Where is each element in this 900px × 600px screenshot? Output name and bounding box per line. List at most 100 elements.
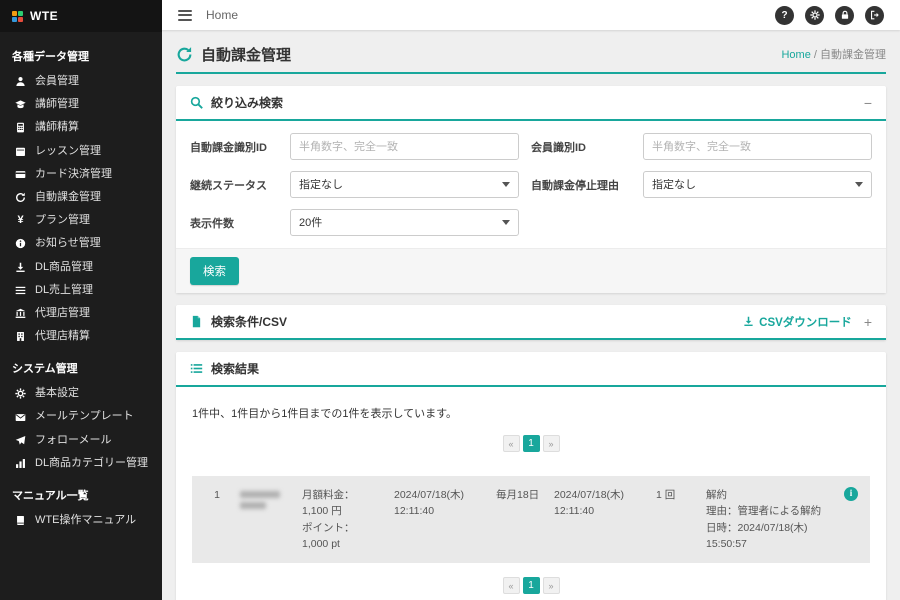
sidebar-item-agency-settlement[interactable]: 代理店精算 — [0, 325, 162, 348]
app-window: WTE 各種データ管理 会員管理 講師管理 講師精算 レッスン管理 — [0, 0, 900, 600]
info-icon[interactable]: i — [844, 487, 858, 501]
sidebar-item-label: 代理店管理 — [35, 307, 90, 320]
pagination-next-button[interactable]: » — [543, 577, 560, 594]
page-header: 自動課金管理 Home / 自動課金管理 — [176, 38, 886, 70]
results-card: 検索結果 1件中、1件目から1件目までの1件を表示しています。 « 1 » 1 — [176, 352, 886, 600]
collapse-button[interactable]: − — [864, 96, 872, 110]
settings-icon[interactable] — [805, 6, 824, 25]
sidebar-item-label: レッスン管理 — [35, 145, 101, 158]
nav-section-system: システム管理 — [0, 348, 162, 382]
mail-icon — [14, 412, 27, 423]
cancel-date: 日時：2024/07/18(木) — [706, 520, 826, 536]
last-date: 2024/07/18(木) — [554, 487, 646, 503]
masked-member-id — [240, 487, 292, 552]
continue-status-select[interactable]: 指定なし — [290, 171, 519, 198]
stop-reason-select[interactable]: 指定なし — [643, 171, 872, 198]
pagination-next-button[interactable]: » — [543, 435, 560, 452]
csv-download-link[interactable]: CSVダウンロード — [743, 314, 852, 330]
refresh-icon — [176, 46, 193, 63]
sidebar-item-follow-mail[interactable]: フォローメール — [0, 429, 162, 452]
sidebar-item-label: DL売上管理 — [35, 284, 93, 297]
search-button[interactable]: 検索 — [190, 257, 239, 285]
pagination-prev-button[interactable]: « — [503, 435, 520, 452]
pagination-top: « 1 » — [192, 435, 870, 452]
sidebar-item-label: メールテンプレート — [35, 410, 134, 423]
result-row[interactable]: 1 月額料金： 1,100 円 ポイント： 1,000 pt — [192, 476, 870, 563]
list-icon — [14, 285, 27, 296]
help-icon[interactable]: ? — [775, 6, 794, 25]
calculator-icon — [14, 122, 27, 133]
graduation-cap-icon — [14, 99, 27, 110]
pagination-page-1[interactable]: 1 — [523, 435, 540, 452]
logo-text: WTE — [30, 9, 58, 23]
sidebar-item-mail-templates[interactable]: メールテンプレート — [0, 405, 162, 428]
results-card-title: 検索結果 — [211, 360, 259, 377]
credit-card-icon — [14, 169, 27, 180]
sidebar: WTE 各種データ管理 会員管理 講師管理 講師精算 レッスン管理 — [0, 0, 162, 600]
continue-status-label: 継続ステータス — [190, 177, 278, 193]
app-logo[interactable]: WTE — [0, 0, 162, 32]
per-page-select[interactable]: 20件 — [290, 209, 519, 236]
results-card-header: 検索結果 — [176, 352, 886, 387]
sidebar-item-label: 自動課金管理 — [35, 191, 101, 204]
chart-icon — [14, 458, 27, 469]
search-icon — [190, 96, 203, 109]
filter-card-title: 絞り込み検索 — [211, 94, 283, 111]
sidebar-item-basic-settings[interactable]: 基本設定 — [0, 382, 162, 405]
breadcrumb-home-link[interactable]: Home — [781, 49, 810, 61]
sidebar-item-auto-billing[interactable]: 自動課金管理 — [0, 186, 162, 209]
yen-icon: ¥ — [14, 215, 27, 226]
pagination-page-1[interactable]: 1 — [523, 577, 540, 594]
menu-toggle-icon[interactable] — [178, 10, 192, 21]
file-icon — [190, 315, 203, 328]
expand-button[interactable]: + — [864, 315, 872, 329]
sidebar-item-label: WTE操作マニュアル — [35, 514, 136, 527]
sidebar-item-agencies[interactable]: 代理店管理 — [0, 302, 162, 325]
nav-section-manual: マニュアル一覧 — [0, 475, 162, 509]
cancel-status-cell: 解約 理由：管理者による解約 日時：2024/07/18(木) 15:50:57 — [706, 487, 826, 552]
sidebar-nav: 各種データ管理 会員管理 講師管理 講師精算 レッスン管理 カード決済管理 — [0, 32, 162, 536]
billing-count-cell: 1 回 — [656, 487, 696, 552]
sidebar-item-card-payments[interactable]: カード決済管理 — [0, 163, 162, 186]
logout-icon[interactable] — [865, 6, 884, 25]
sidebar-item-manual[interactable]: WTE操作マニュアル — [0, 509, 162, 532]
billing-day-cell: 毎月18日 — [496, 487, 544, 552]
sidebar-item-lessons[interactable]: レッスン管理 — [0, 140, 162, 163]
sidebar-item-dl-categories[interactable]: DL商品カテゴリー管理 — [0, 452, 162, 475]
stop-reason-label: 自動課金停止理由 — [531, 177, 631, 193]
topbar-home-link[interactable]: Home — [206, 8, 238, 22]
lock-icon[interactable] — [835, 6, 854, 25]
csv-card: 検索条件/CSV CSVダウンロード + — [176, 305, 886, 340]
sidebar-item-label: DL商品管理 — [35, 261, 93, 274]
sidebar-item-label: 代理店精算 — [35, 330, 90, 343]
sidebar-item-members[interactable]: 会員管理 — [0, 70, 162, 93]
breadcrumb-current: 自動課金管理 — [820, 49, 886, 61]
sidebar-item-label: 基本設定 — [35, 387, 79, 400]
sidebar-item-plans[interactable]: ¥ プラン管理 — [0, 209, 162, 232]
sidebar-item-dl-products[interactable]: DL商品管理 — [0, 256, 162, 279]
fee-label: 月額料金： — [302, 487, 384, 503]
topbar: Home ? — [162, 0, 900, 30]
point-value: 1,000 pt — [302, 536, 384, 552]
csv-card-title: 検索条件/CSV — [211, 313, 287, 330]
sidebar-item-label: DL商品カテゴリー管理 — [35, 457, 148, 470]
download-icon — [743, 316, 754, 327]
sidebar-item-dl-sales[interactable]: DL売上管理 — [0, 279, 162, 302]
gear-icon — [14, 388, 27, 399]
cancel-reason: 理由：管理者による解約 — [706, 503, 826, 519]
sidebar-item-label: 講師精算 — [35, 121, 79, 134]
sidebar-item-label: 講師管理 — [35, 98, 79, 111]
member-id-input[interactable] — [643, 133, 872, 160]
per-page-label: 表示件数 — [190, 215, 278, 231]
last-time: 12:11:40 — [554, 503, 646, 519]
book-icon — [14, 515, 27, 526]
pagination-bottom: « 1 » — [192, 577, 870, 594]
sidebar-item-instructors[interactable]: 講師管理 — [0, 93, 162, 116]
pagination-prev-button[interactable]: « — [503, 577, 520, 594]
auto-billing-id-input[interactable] — [290, 133, 519, 160]
sidebar-item-instructor-settlement[interactable]: 講師精算 — [0, 116, 162, 139]
filter-card-footer: 検索 — [176, 248, 886, 293]
refresh-icon — [14, 192, 27, 203]
sidebar-item-notices[interactable]: お知らせ管理 — [0, 232, 162, 255]
row-index-cell: 1 — [204, 487, 230, 552]
